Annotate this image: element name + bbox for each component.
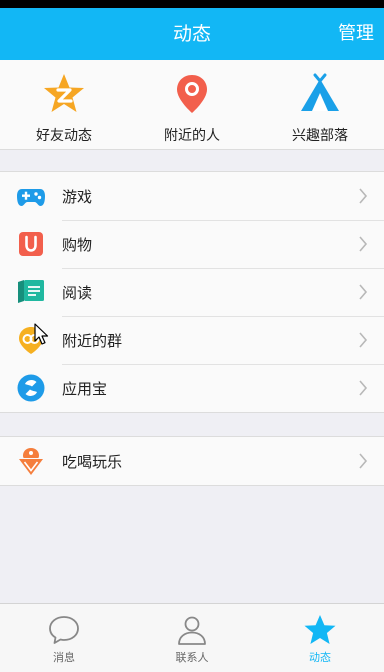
list-item-label: 阅读 (62, 283, 93, 302)
quick-entries: 好友动态 附近的人 兴趣部落 (0, 60, 384, 150)
chevron-right-icon (359, 188, 368, 204)
qzone-star-icon (42, 72, 86, 116)
page-title: 动态 (172, 23, 211, 45)
mouse-cursor-icon (34, 323, 49, 345)
bottom-tab-bar: 消息 联系人 动态 (0, 603, 384, 672)
star-icon (303, 613, 337, 647)
tab-contacts[interactable]: 联系人 (128, 604, 256, 672)
tab-label: 动态 (309, 651, 331, 664)
list-item-label: 吃喝玩乐 (62, 452, 123, 471)
list-item-reading[interactable]: 阅读 (0, 268, 384, 316)
book-icon (16, 277, 46, 307)
quick-entry-label: 好友动态 (36, 128, 92, 144)
list-item-shopping[interactable]: 购物 (0, 220, 384, 268)
quick-entry-nearby-people[interactable]: 附近的人 (128, 60, 256, 149)
list-item-games[interactable]: 游戏 (0, 172, 384, 220)
ice-cream-icon (16, 446, 46, 476)
list-item-label: 购物 (62, 235, 93, 254)
list-item-label: 游戏 (62, 187, 93, 206)
quick-entry-label: 附近的人 (164, 128, 220, 144)
list-item-label: 应用宝 (62, 379, 108, 398)
list-item-label: 附近的群 (62, 331, 123, 350)
chevron-right-icon (359, 453, 368, 469)
manage-button[interactable]: 管理 (338, 8, 374, 60)
quick-entry-interest-tribe[interactable]: 兴趣部落 (256, 60, 384, 149)
feature-list: 游戏 购物 阅读 附近的群 应用宝 (0, 171, 384, 413)
tab-dynamics[interactable]: 动态 (256, 604, 384, 672)
app-header: 动态 管理 (0, 8, 384, 60)
list-item-nearby-groups[interactable]: 附近的群 (0, 316, 384, 364)
tent-icon (298, 72, 342, 116)
tab-label: 联系人 (175, 651, 209, 664)
quick-entry-label: 兴趣部落 (292, 128, 348, 144)
list-item-food-fun[interactable]: 吃喝玩乐 (0, 437, 384, 485)
tab-label: 消息 (53, 651, 75, 664)
list-item-app-store[interactable]: 应用宝 (0, 364, 384, 412)
chevron-right-icon (359, 236, 368, 252)
status-bar (0, 0, 384, 8)
gamepad-icon (16, 181, 46, 211)
message-bubble-icon (47, 613, 81, 647)
lifestyle-list: 吃喝玩乐 (0, 436, 384, 486)
quick-entry-friend-feed[interactable]: 好友动态 (0, 60, 128, 149)
chevron-right-icon (359, 332, 368, 348)
contact-person-icon (175, 613, 209, 647)
tab-messages[interactable]: 消息 (0, 604, 128, 672)
app-store-icon (16, 373, 46, 403)
chevron-right-icon (359, 284, 368, 300)
shopping-bag-icon (16, 229, 46, 259)
location-pin-icon (170, 72, 214, 116)
chevron-right-icon (359, 380, 368, 396)
